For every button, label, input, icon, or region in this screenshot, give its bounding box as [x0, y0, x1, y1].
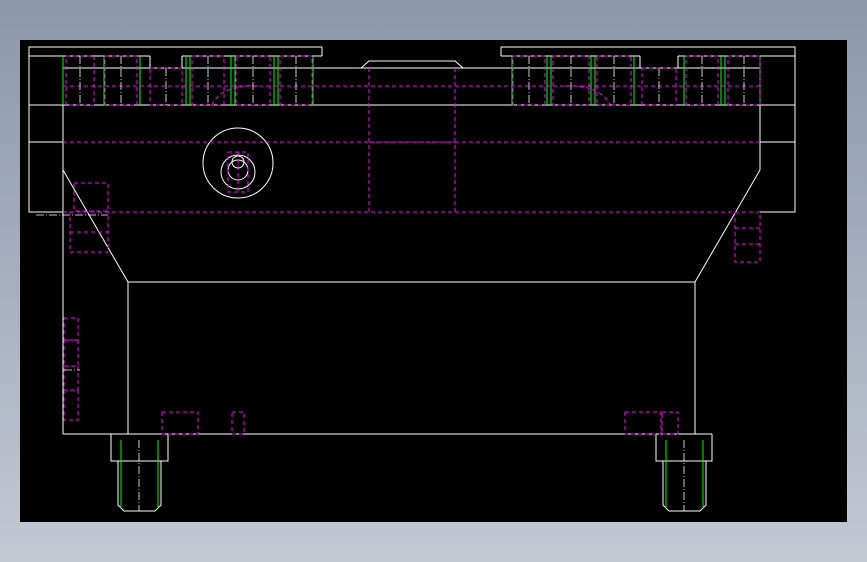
left-wing-step: [149, 56, 183, 69]
right-wing-outline: [760, 46, 796, 213]
cad-drawing-front-view: [28, 46, 796, 512]
left-stud-outline: [117, 461, 162, 512]
right-wing-step: [639, 56, 679, 69]
left-foot-outline: [110, 434, 169, 462]
cad-viewport[interactable]: [20, 40, 847, 522]
right-taper: [694, 169, 761, 283]
left-wing-outline: [28, 46, 63, 213]
visible-outline: [28, 46, 796, 512]
centerlines: [36, 56, 745, 511]
hidden-lines: [63, 55, 761, 435]
right-stud-outline: [662, 461, 707, 512]
left-taper: [62, 169, 129, 283]
top-boss: [360, 60, 464, 69]
